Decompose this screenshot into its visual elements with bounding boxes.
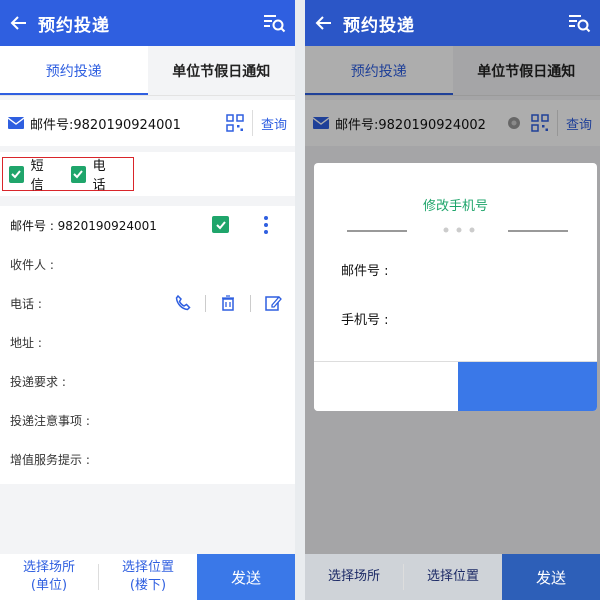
select-position-sub: (楼下) — [129, 578, 167, 593]
back-button[interactable] — [305, 0, 343, 46]
divider — [251, 110, 253, 136]
qr-scan-icon[interactable] — [226, 114, 244, 132]
delivery-notes-label: 投递注意事项 : — [10, 414, 90, 428]
select-place-sub: (单位) — [30, 578, 68, 593]
select-position-button[interactable]: 选择位置 — [404, 554, 502, 600]
address-row: 地址 : — [0, 323, 295, 362]
item-select-checkbox[interactable] — [212, 216, 229, 233]
left-screen: 预约投递 预约投递 单位节假日通知 邮件号:9820190924001 查询 短… — [0, 0, 295, 600]
checkmark-icon — [73, 170, 84, 179]
phone-call-icon[interactable] — [174, 294, 192, 312]
select-position-label: 选择位置 — [121, 560, 174, 575]
envelope-icon — [8, 117, 24, 129]
tab-appointment[interactable]: 预约投递 — [0, 46, 148, 95]
divider — [250, 295, 251, 312]
mail-number-input[interactable]: 邮件号:9820190924001 — [30, 114, 226, 133]
select-position-label: 选择位置 — [426, 569, 479, 584]
page-title: 预约投递 — [38, 15, 110, 36]
back-arrow-icon — [10, 16, 26, 30]
screen-separator — [295, 0, 305, 600]
recipient-row: 收件人 : — [0, 245, 295, 284]
app-bar: 预约投递 — [305, 0, 600, 46]
edit-icon[interactable] — [264, 294, 282, 312]
notify-options-row: 短信 电话 — [0, 152, 295, 196]
select-place-label: 选择场所 — [22, 560, 75, 575]
divider — [205, 295, 206, 312]
select-place-button[interactable]: 选择场所 (单位) — [0, 554, 98, 600]
list-search-icon[interactable] — [566, 10, 592, 36]
query-button[interactable]: 查询 — [261, 114, 287, 133]
mail-detail-card: 邮件号 : 9820190924001 收件人 : 电话 : 地址 : 投递要求… — [0, 206, 295, 484]
dialog-mail-label: 邮件号 : — [341, 264, 389, 279]
send-button[interactable]: 发送 — [502, 554, 600, 600]
phone-label: 电话 — [92, 159, 106, 193]
recipient-label: 收件人 : — [10, 258, 54, 272]
dialog-buttons — [314, 361, 597, 411]
edit-phone-dialog: 修改手机号 邮件号 : 手机号 : — [314, 163, 597, 411]
mail-number-row: 邮件号 : 9820190924001 — [0, 206, 295, 245]
phone-field-label: 电话 : — [10, 297, 42, 311]
list-search-icon[interactable] — [261, 10, 287, 36]
app-bar: 预约投递 — [0, 0, 295, 46]
sms-label: 短信 — [30, 159, 44, 193]
dialog-phone-label: 手机号 : — [341, 313, 389, 328]
back-arrow-icon — [315, 16, 331, 30]
bottom-action-bar: 选择场所 选择位置 发送 — [305, 554, 600, 600]
phone-row: 电话 : — [0, 284, 295, 323]
value-added-label: 增值服务提示 : — [10, 453, 90, 467]
tab-label: 单位节假日通知 — [172, 63, 271, 80]
select-place-button[interactable]: 选择场所 — [305, 554, 403, 600]
trash-icon[interactable] — [219, 294, 237, 312]
send-button[interactable]: 发送 — [197, 554, 295, 600]
back-button[interactable] — [0, 0, 38, 46]
select-place-label: 选择场所 — [327, 569, 380, 584]
checkmark-icon — [11, 170, 22, 179]
address-label: 地址 : — [10, 336, 42, 350]
dialog-title: 修改手机号 — [422, 199, 488, 214]
more-vertical-icon[interactable] — [263, 215, 269, 235]
mail-number-value: 邮件号 : 9820190924001 — [10, 219, 157, 233]
tab-bar: 预约投递 单位节假日通知 — [0, 46, 295, 96]
dialog-title-line — [347, 230, 407, 232]
delivery-requirement-row: 投递要求 : — [0, 362, 295, 401]
loading-dots-icon — [443, 227, 475, 233]
delivery-requirement-label: 投递要求 : — [10, 375, 66, 389]
phone-checkbox[interactable] — [71, 165, 86, 183]
right-screen: 预约投递 预约投递 单位节假日通知 邮件号:9820190924002 查询 修… — [305, 0, 600, 600]
value-added-row: 增值服务提示 : — [0, 440, 295, 479]
dialog-title-line — [508, 230, 568, 232]
tab-holiday-notice[interactable]: 单位节假日通知 — [147, 46, 295, 95]
checkmark-icon — [215, 220, 226, 229]
mail-search-row: 邮件号:9820190924001 查询 — [0, 100, 295, 146]
page-title: 预约投递 — [343, 15, 415, 36]
dialog-confirm-button[interactable] — [458, 362, 597, 411]
tab-label: 预约投递 — [45, 63, 102, 80]
bottom-action-bar: 选择场所 (单位) 选择位置 (楼下) 发送 — [0, 554, 295, 600]
dialog-cancel-button[interactable] — [314, 362, 458, 411]
select-position-button[interactable]: 选择位置 (楼下) — [99, 554, 197, 600]
delivery-notes-row: 投递注意事项 : — [0, 401, 295, 440]
sms-checkbox[interactable] — [9, 165, 24, 183]
screenshot-pair: 预约投递 预约投递 单位节假日通知 邮件号:9820190924001 查询 短… — [0, 0, 600, 600]
notify-options-highlight: 短信 电话 — [2, 157, 134, 193]
